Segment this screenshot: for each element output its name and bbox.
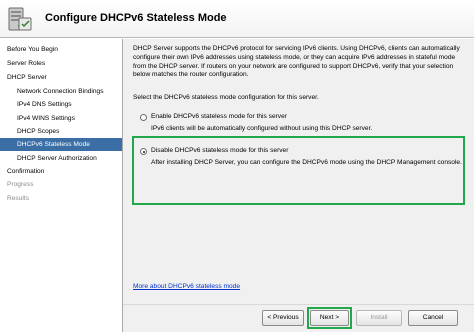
wizard-header: Configure DHCPv6 Stateless Mode <box>0 0 474 38</box>
footer-divider <box>123 304 474 305</box>
sidebar-item-dhcp-server-authorization[interactable]: DHCP Server Authorization <box>0 152 122 165</box>
selection-prompt: Select the DHCPv6 stateless mode configu… <box>133 94 319 101</box>
sidebar-item-server-roles[interactable]: Server Roles <box>0 57 122 70</box>
wizard-steps-sidebar: Before You Begin Server Roles DHCP Serve… <box>0 39 122 332</box>
sidebar-item-confirmation[interactable]: Confirmation <box>0 165 122 178</box>
sidebar-item-results: Results <box>7 195 29 202</box>
sidebar-item-ipv4-dns-settings[interactable]: IPv4 DNS Settings <box>0 98 122 111</box>
sidebar-item-dhcp-server[interactable]: DHCP Server <box>0 71 122 84</box>
sidebar-item-network-connection-bindings[interactable]: Network Connection Bindings <box>0 85 122 98</box>
sidebar-item-progress: Progress <box>7 181 34 188</box>
enable-stateless-description: IPv6 clients will be automatically confi… <box>151 125 373 132</box>
enable-stateless-label[interactable]: Enable DHCPv6 stateless mode for this se… <box>151 113 287 120</box>
intro-text: DHCP Server supports the DHCPv6 protocol… <box>133 45 460 79</box>
sidebar-item-dhcp-scopes[interactable]: DHCP Scopes <box>0 125 122 138</box>
disable-stateless-label[interactable]: Disable DHCPv6 stateless mode for this s… <box>151 147 288 154</box>
sidebar-item-before-you-begin[interactable]: Before You Begin <box>0 43 122 56</box>
disable-stateless-radio[interactable] <box>140 148 147 155</box>
previous-button[interactable]: < Previous <box>262 310 304 326</box>
server-icon <box>4 4 34 34</box>
cancel-button[interactable]: Cancel <box>408 310 458 326</box>
next-button[interactable]: Next > <box>310 310 349 326</box>
sidebar-item-ipv4-wins-settings[interactable]: IPv4 WINS Settings <box>0 112 122 125</box>
more-about-stateless-link[interactable]: More about DHCPv6 stateless mode <box>133 283 240 290</box>
sidebar-item-dhcpv6-stateless-mode[interactable]: DHCPv6 Stateless Mode <box>0 138 122 151</box>
enable-stateless-radio[interactable] <box>140 114 147 121</box>
page-title: Configure DHCPv6 Stateless Mode <box>45 12 227 24</box>
wizard-content: DHCP Server supports the DHCPv6 protocol… <box>123 39 474 332</box>
disable-stateless-description: After installing DHCP Server, you can co… <box>151 159 462 166</box>
install-button: Install <box>356 310 402 326</box>
